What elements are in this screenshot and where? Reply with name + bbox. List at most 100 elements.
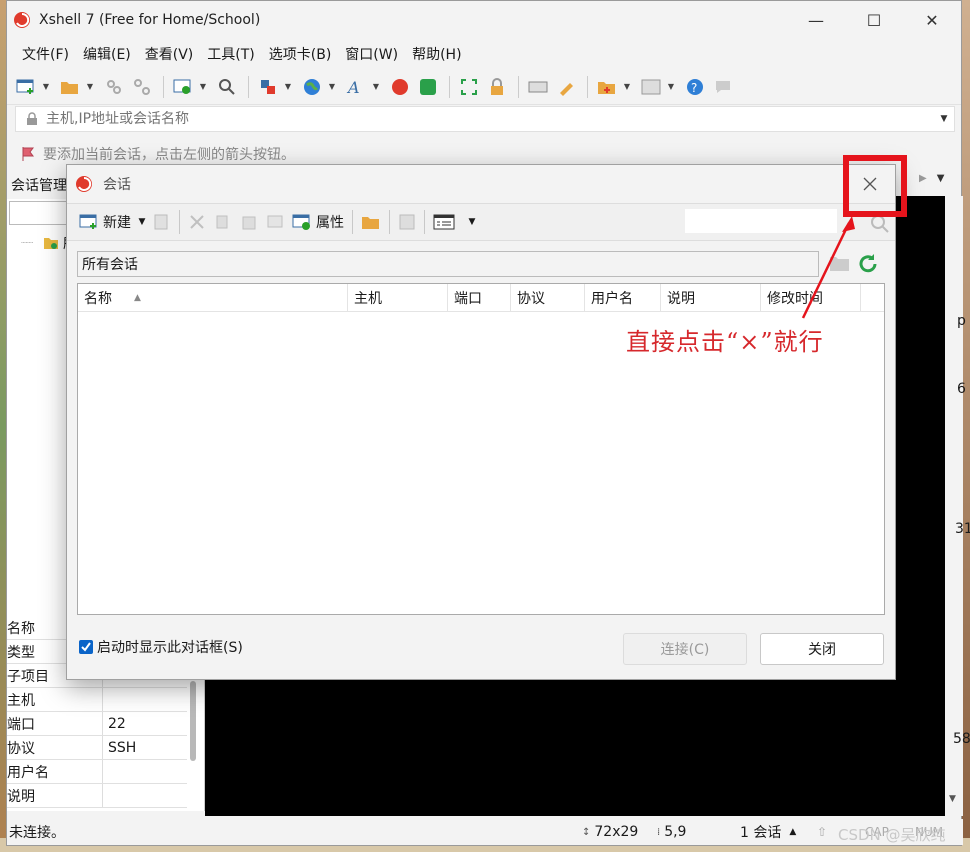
checkmark-icon	[81, 642, 91, 652]
terminal-scrollbar[interactable]: ▼	[945, 196, 963, 816]
property-value	[103, 784, 187, 807]
menu-help[interactable]: 帮助(H)	[405, 40, 468, 68]
session-count-value: 1 会话	[740, 825, 782, 841]
folder-icon[interactable]	[357, 208, 385, 236]
layout-icon[interactable]	[638, 74, 664, 100]
transfer-dropdown[interactable]: ▼	[283, 74, 293, 100]
new-session-icon[interactable]	[13, 74, 39, 100]
add-folder-icon[interactable]	[594, 74, 620, 100]
sort-ascending-icon: ▲	[134, 293, 141, 303]
globe-icon[interactable]	[299, 74, 325, 100]
delete-icon[interactable]	[262, 208, 288, 236]
lock-icon[interactable]	[484, 74, 510, 100]
minimize-button[interactable]: —	[787, 1, 845, 39]
search-doc-icon[interactable]	[149, 208, 175, 236]
column-name[interactable]: 名称 ▲	[78, 284, 348, 312]
menu-tabs[interactable]: 选项卡(B)	[262, 40, 339, 68]
property-value	[103, 760, 187, 783]
properties-icon	[292, 214, 310, 230]
property-value: 22	[108, 715, 126, 732]
paste-icon[interactable]	[236, 208, 262, 236]
copy-icon[interactable]	[210, 208, 236, 236]
properties-dropdown[interactable]: ▼	[198, 74, 208, 100]
xshell-app-icon[interactable]	[387, 74, 413, 100]
properties-button[interactable]: 属性	[288, 208, 348, 236]
column-host[interactable]: 主机	[348, 284, 448, 312]
property-row: 说明	[7, 784, 187, 808]
property-key: 说明	[7, 784, 103, 807]
svg-text:A: A	[346, 78, 360, 96]
close-button[interactable]: 关闭	[760, 633, 884, 665]
menu-edit[interactable]: 编辑(E)	[76, 40, 138, 68]
upload-icon: ⇧	[817, 825, 828, 839]
keyboard-icon[interactable]	[525, 74, 551, 100]
column-modified[interactable]: 修改时间	[761, 284, 861, 312]
property-row: 协议 SSH	[7, 736, 187, 760]
title-bar: Xshell 7 (Free for Home/School) — ☐ ✕	[7, 1, 961, 39]
address-dropdown-icon[interactable]: ▼	[934, 114, 954, 124]
cursor-position: ⁞ 5,9	[657, 824, 687, 840]
connection-status: 未连接。	[9, 825, 65, 841]
open-dropdown[interactable]: ▼	[85, 74, 95, 100]
properties-scrollbar[interactable]	[190, 681, 196, 761]
help-icon[interactable]: ?	[682, 74, 708, 100]
globe-dropdown[interactable]: ▼	[327, 74, 337, 100]
menu-window[interactable]: 窗口(W)	[338, 40, 405, 68]
session-count[interactable]: 1 会话 ▲	[740, 822, 796, 842]
folder-icon	[44, 238, 59, 249]
export-icon[interactable]	[394, 208, 420, 236]
window-title: Xshell 7 (Free for Home/School)	[39, 12, 261, 28]
refresh-icon[interactable]	[857, 253, 879, 275]
new-button[interactable]: 新建	[75, 208, 135, 236]
startup-checkbox[interactable]	[79, 640, 93, 654]
property-row: 用户名	[7, 760, 187, 784]
startup-checkbox-label: 启动时显示此对话框(S)	[97, 640, 243, 656]
new-session-dropdown[interactable]: ▼	[41, 74, 51, 100]
dialog-title-bar: 会话	[67, 165, 895, 203]
property-key: 用户名	[7, 760, 103, 783]
cut-icon[interactable]	[184, 208, 210, 236]
column-port[interactable]: 端口	[448, 284, 511, 312]
xftp-icon[interactable]	[415, 74, 441, 100]
terminal-size-value: 72x29	[594, 824, 639, 840]
bookmark-flag-icon[interactable]	[21, 146, 35, 162]
transfer-icon[interactable]	[255, 74, 281, 100]
column-protocol[interactable]: 协议	[511, 284, 585, 312]
startup-checkbox-row[interactable]: 启动时显示此对话框(S)	[79, 637, 243, 657]
folder-dropdown[interactable]: ▼	[622, 74, 632, 100]
tab-list-icon[interactable]: ▼	[937, 173, 945, 184]
hint-text: 要添加当前会话，点击左侧的箭头按钮。	[43, 147, 295, 163]
right-partial-text: p	[957, 313, 966, 329]
highlight-icon[interactable]	[553, 74, 579, 100]
close-window-button[interactable]: ✕	[903, 1, 961, 39]
connect-icon[interactable]	[101, 74, 127, 100]
menu-file[interactable]: 文件(F)	[15, 40, 76, 68]
cursor-position-value: 5,9	[664, 824, 687, 840]
column-description[interactable]: 说明	[661, 284, 761, 312]
new-dropdown-icon[interactable]: ▼	[135, 217, 149, 227]
open-folder-icon[interactable]	[57, 74, 83, 100]
tab-scroll-arrows: ▶ ▼	[919, 173, 944, 184]
find-icon[interactable]	[214, 74, 240, 100]
list-header: 名称 ▲ 主机 端口 协议 用户名 说明 修改时间	[78, 284, 884, 312]
layout-dropdown[interactable]: ▼	[666, 74, 676, 100]
fullscreen-icon[interactable]	[456, 74, 482, 100]
menu-view[interactable]: 查看(V)	[138, 40, 201, 68]
menu-tools[interactable]: 工具(T)	[200, 40, 261, 68]
session-count-up-icon: ▲	[789, 827, 797, 837]
up-folder-icon[interactable]	[829, 253, 851, 273]
font-dropdown[interactable]: ▼	[371, 74, 381, 100]
connect-button[interactable]: 连接(C)	[623, 633, 747, 665]
font-icon[interactable]: A	[343, 74, 369, 100]
view-dropdown-icon[interactable]: ▼	[465, 217, 479, 227]
session-search-input[interactable]	[685, 209, 837, 233]
chat-icon[interactable]	[710, 74, 736, 100]
properties-icon[interactable]	[170, 74, 196, 100]
tab-next-icon[interactable]: ▶	[919, 173, 927, 184]
host-address-input[interactable]	[46, 111, 934, 127]
disconnect-icon[interactable]	[129, 74, 155, 100]
column-username[interactable]: 用户名	[585, 284, 661, 312]
view-icon[interactable]	[429, 208, 459, 236]
scroll-down-icon[interactable]: ▼	[949, 794, 956, 804]
maximize-button[interactable]: ☐	[845, 1, 903, 39]
